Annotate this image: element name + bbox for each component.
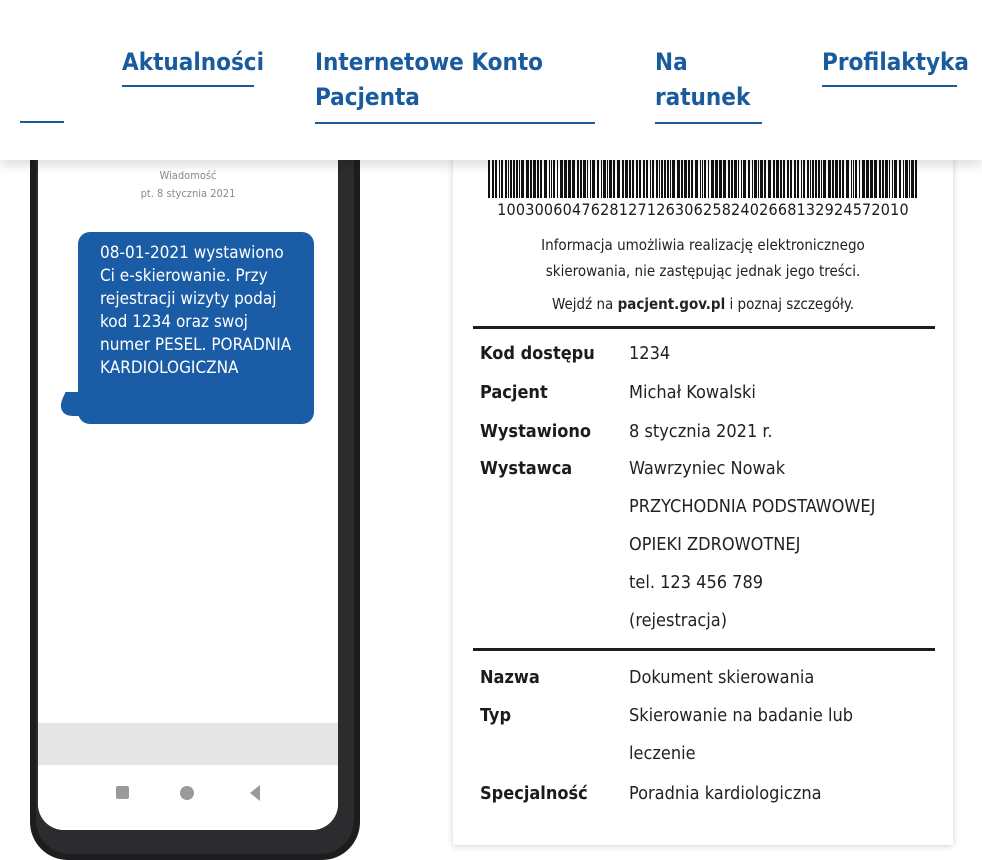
- nav-underline: [822, 85, 957, 87]
- field-label-kod-dostepu: Kod dostępu: [480, 343, 595, 364]
- field-value-pacjent: Michał Kowalski: [629, 382, 756, 403]
- barcode-number: 1003006047628127126306258240266813292457…: [497, 200, 909, 219]
- nav-underline: [655, 122, 762, 124]
- message-compose-area[interactable]: [38, 723, 338, 765]
- nav-item-partial-underline: [20, 121, 64, 123]
- field-label-specjalnosc: Specjalność: [480, 783, 588, 804]
- nav-item-na-ratunek[interactable]: Na ratunek: [655, 45, 762, 124]
- barcode-image: [488, 160, 917, 198]
- nav-item-internetowe-konto-pacjenta[interactable]: Internetowe Konto Pacjenta: [315, 45, 595, 124]
- message-header-title: Wiadomość: [159, 169, 217, 182]
- pacjent-gov-link[interactable]: pacjent.gov.pl: [618, 295, 726, 313]
- info-text: Wejdź na: [551, 295, 618, 313]
- message-line: kod 1234 oraz swoj: [100, 312, 248, 332]
- nav-item-label-line1: Internetowe Konto: [315, 48, 543, 76]
- nav-item-label: Aktualności: [122, 48, 264, 76]
- field-value-nazwa: Dokument skierowania: [629, 667, 815, 688]
- info-line-with-link: Wejdź na pacjent.gov.pl i poznaj szczegó…: [453, 295, 953, 313]
- nav-item-aktualnosci[interactable]: Aktualności: [122, 45, 264, 87]
- nav-item-profilaktyka[interactable]: Profilaktyka: [822, 45, 969, 87]
- field-value-typ-line: Skierowanie na badanie lub: [629, 705, 853, 726]
- nav-item-label: Profilaktyka: [822, 48, 969, 76]
- circle-icon[interactable]: [180, 786, 194, 800]
- nav-underline: [122, 85, 254, 87]
- nav-item-label-line2: ratunek: [655, 83, 751, 111]
- sms-message-bubble: 08-01-2021 wystawiono Ci e-skierowanie. …: [78, 232, 314, 424]
- field-value-wystawiono: 8 stycznia 2021 r.: [629, 421, 773, 442]
- field-value-wystawca-line: Wawrzyniec Nowak: [629, 458, 786, 479]
- field-label-wystawca: Wystawca: [480, 458, 573, 479]
- field-value-typ-line: leczenie: [629, 743, 696, 764]
- field-label-typ: Typ: [480, 705, 512, 726]
- field-value-wystawca-line: tel. 123 456 789: [629, 572, 764, 593]
- phone-screen: Wiadomość pt. 8 stycznia 2021 08-01-2021…: [38, 140, 338, 830]
- field-value-wystawca-line: PRZYCHODNIA PODSTAWOWEJ: [629, 496, 876, 517]
- message-line: rejestracji wizyty podaj: [100, 289, 277, 309]
- field-value-wystawca-line: OPIEKI ZDROWOTNEJ: [629, 534, 801, 555]
- field-label-wystawiono: Wystawiono: [480, 421, 592, 442]
- nav-underline: [315, 122, 595, 124]
- back-icon[interactable]: [250, 785, 260, 801]
- top-navigation: Aktualności Internetowe Konto Pacjenta N…: [0, 0, 982, 160]
- field-value-kod-dostepu: 1234: [629, 343, 671, 364]
- message-line: 08-01-2021 wystawiono: [100, 243, 284, 263]
- info-line: Informacja umożliwia realizację elektron…: [541, 236, 865, 254]
- message-line: numer PESEL. PORADNIA: [100, 335, 292, 355]
- field-value-wystawca-line: (rejestracja): [629, 610, 728, 631]
- android-nav-bar: [38, 765, 338, 830]
- square-icon[interactable]: [116, 786, 129, 799]
- section-divider: [473, 648, 935, 651]
- info-line: skierowania, nie zastępując jednak jego …: [545, 262, 861, 280]
- message-line: KARDIOLOGICZNA: [100, 358, 239, 378]
- nav-item-label-line1: Na: [655, 48, 688, 76]
- field-label-nazwa: Nazwa: [480, 667, 540, 688]
- message-header-date: pt. 8 stycznia 2021: [140, 187, 236, 200]
- e-referral-document: 1003006047628127126306258240266813292457…: [453, 100, 953, 845]
- message-line: Ci e-skierowanie. Przy: [100, 266, 268, 286]
- info-text: i poznaj szczegóły.: [725, 295, 855, 313]
- nav-item-label-line2: Pacjenta: [315, 83, 420, 111]
- field-value-specjalnosc: Poradnia kardiologiczna: [629, 783, 822, 804]
- section-divider: [473, 326, 935, 329]
- field-label-pacjent: Pacjent: [480, 382, 548, 403]
